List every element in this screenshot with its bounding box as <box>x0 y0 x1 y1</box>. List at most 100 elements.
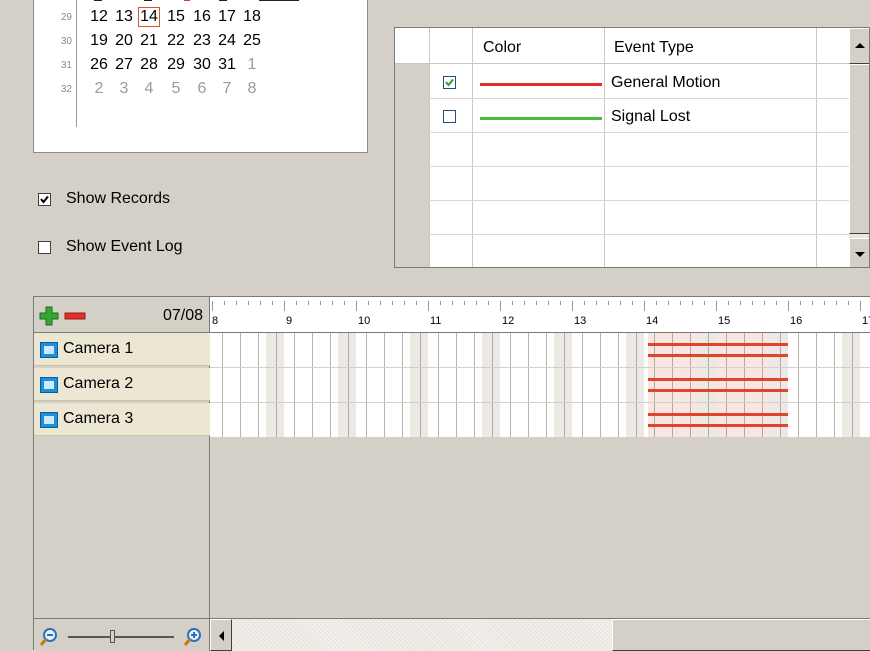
grid-line <box>834 333 835 367</box>
calendar-day[interactable]: 19 <box>89 32 109 50</box>
minor-tick <box>632 301 633 305</box>
record-bar[interactable] <box>648 424 788 427</box>
record-bar[interactable] <box>648 378 788 381</box>
calendar-day[interactable]: 22 <box>166 32 186 50</box>
calendar-day[interactable]: 28 <box>139 56 159 74</box>
scroll-track[interactable] <box>232 619 612 651</box>
zoom-slider-track[interactable] <box>68 636 174 638</box>
camera-row[interactable]: Camera 2 <box>34 368 210 401</box>
camera-track[interactable] <box>210 403 870 437</box>
minor-tick <box>296 301 297 305</box>
grid-line <box>456 403 457 437</box>
check-mark-icon <box>40 195 49 204</box>
scroll-up-button[interactable] <box>849 28 869 64</box>
calendar-day[interactable]: 18 <box>242 8 262 26</box>
camera-row[interactable]: Camera 1 <box>34 333 210 366</box>
event-type-cell: General Motion <box>611 74 721 91</box>
record-bar[interactable] <box>648 389 788 392</box>
zoom-in-plus-icon[interactable] <box>38 305 60 327</box>
hour-shade <box>770 333 788 367</box>
calendar-day[interactable]: 16 <box>192 8 212 26</box>
scroll-left-button[interactable] <box>210 619 232 651</box>
zoom-out-magnifier-icon[interactable] <box>38 626 60 648</box>
calendar-day[interactable]: 2 <box>89 80 109 98</box>
calendar-day[interactable]: 6 <box>192 80 212 98</box>
calendar-day[interactable]: 23 <box>192 32 212 50</box>
show-event-log-checkbox[interactable] <box>38 241 51 254</box>
grid-line <box>312 403 313 437</box>
grid-line <box>834 403 835 437</box>
grid-line <box>240 403 241 437</box>
minor-tick <box>692 301 693 305</box>
minor-tick <box>344 301 345 305</box>
grid-line <box>294 333 295 367</box>
minor-tick <box>392 301 393 305</box>
minor-tick <box>764 301 765 305</box>
calendar-day-selected[interactable]: 14 <box>138 7 160 27</box>
calendar-day[interactable]: 27 <box>114 56 134 74</box>
show-records-checkbox[interactable] <box>38 193 51 206</box>
calendar-day[interactable]: 3 <box>114 80 134 98</box>
week-number-divider <box>76 0 77 127</box>
calendar-day[interactable]: 29 <box>166 56 186 74</box>
arrow-down-icon <box>855 252 865 257</box>
event-row-checkbox[interactable] <box>443 76 456 89</box>
calendar-day[interactable]: 13 <box>114 8 134 26</box>
calendar-day[interactable]: 20 <box>114 32 134 50</box>
time-ruler[interactable]: 8 9 10 11 12 13 14 15 16 17 <box>210 297 870 333</box>
zoom-slider-thumb[interactable] <box>110 630 115 643</box>
minor-tick <box>368 301 369 305</box>
calendar-day[interactable]: 15 <box>166 8 186 26</box>
record-bar[interactable] <box>648 343 788 346</box>
prev-row-stub <box>144 0 152 1</box>
calendar-day[interactable]: 25 <box>242 32 262 50</box>
grid-line <box>366 368 367 402</box>
hour-label: 16 <box>790 315 803 327</box>
grid-line <box>528 368 529 402</box>
record-bar[interactable] <box>648 413 788 416</box>
prev-row-stub <box>94 0 102 1</box>
calendar-day[interactable]: 21 <box>139 32 159 50</box>
grid-line <box>564 333 565 367</box>
camera-track[interactable] <box>210 368 870 402</box>
calendar-day[interactable]: 26 <box>89 56 109 74</box>
event-table-scrollbar[interactable] <box>849 28 869 267</box>
calendar-day[interactable]: 8 <box>242 80 262 98</box>
hour-shade <box>698 403 716 437</box>
zoom-out-minus-icon[interactable] <box>64 305 86 327</box>
grid-line <box>618 333 619 367</box>
event-row-checkbox[interactable] <box>443 110 456 123</box>
minor-tick <box>452 301 453 305</box>
camera-row[interactable]: Camera 3 <box>34 403 210 436</box>
grid-line <box>384 368 385 402</box>
timeline-horizontal-scrollbar[interactable] <box>210 618 870 651</box>
calendar-day[interactable]: 12 <box>89 8 109 26</box>
calendar-day[interactable]: 1 <box>242 56 262 74</box>
calendar-day[interactable]: 30 <box>192 56 212 74</box>
scroll-down-button[interactable] <box>849 238 869 267</box>
scroll-thumb[interactable] <box>849 64 869 234</box>
column-header-color[interactable]: Color <box>483 39 521 57</box>
calendar-day[interactable]: 31 <box>217 56 237 74</box>
calendar-day[interactable]: 17 <box>217 8 237 26</box>
minor-tick <box>596 301 597 305</box>
grid-line <box>726 333 727 367</box>
minor-tick <box>776 301 777 305</box>
scroll-thumb[interactable] <box>612 619 870 651</box>
hour-shade <box>626 368 644 402</box>
hour-tick <box>860 301 861 311</box>
event-color-swatch <box>480 83 602 86</box>
timeline-track-area[interactable] <box>210 333 870 618</box>
hour-label: 12 <box>502 315 515 327</box>
calendar-day[interactable]: 5 <box>166 80 186 98</box>
grid-line <box>816 368 817 402</box>
column-header-event-type[interactable]: Event Type <box>614 39 694 57</box>
calendar-day[interactable]: 7 <box>217 80 237 98</box>
grid-line <box>384 333 385 367</box>
camera-track[interactable] <box>210 333 870 367</box>
zoom-in-magnifier-icon[interactable] <box>180 626 204 648</box>
record-bar[interactable] <box>648 354 788 357</box>
hour-shade <box>842 368 860 402</box>
calendar-day[interactable]: 4 <box>139 80 159 98</box>
calendar-day[interactable]: 24 <box>217 32 237 50</box>
